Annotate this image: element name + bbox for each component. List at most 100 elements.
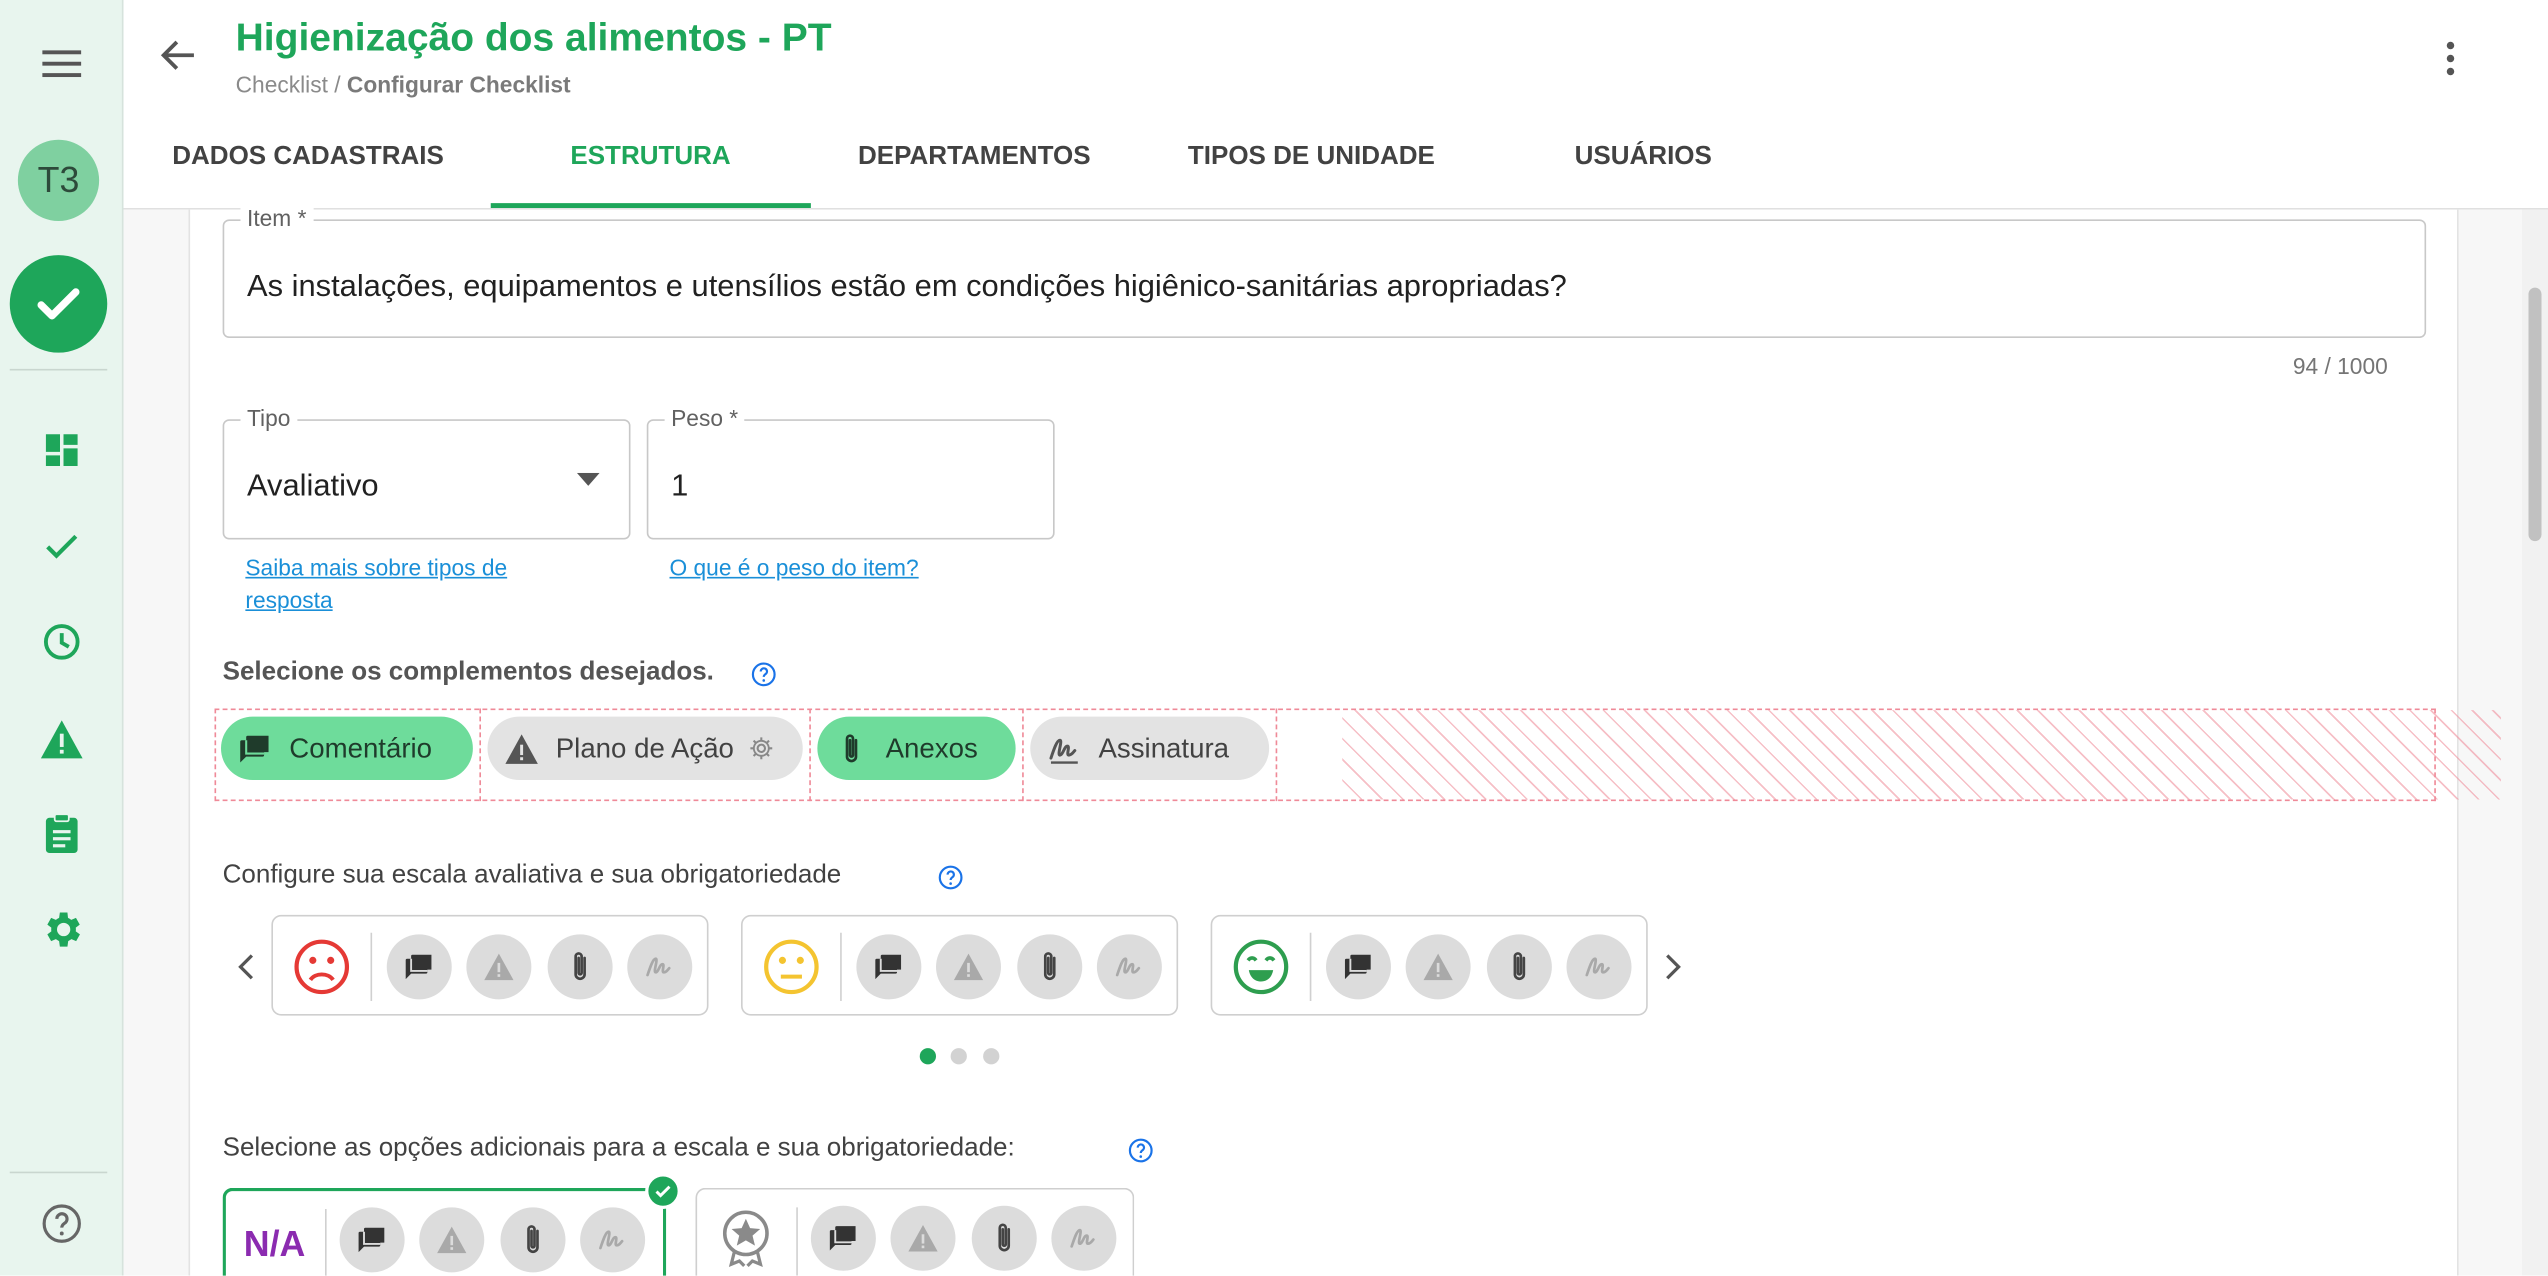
help-icon[interactable] bbox=[751, 661, 777, 687]
na-attachment-toggle[interactable] bbox=[500, 1207, 566, 1273]
chip-separator bbox=[479, 708, 481, 802]
paperclip-icon bbox=[1043, 952, 1056, 981]
scale-attachment-toggle[interactable] bbox=[547, 934, 613, 1000]
scale-comment-toggle[interactable] bbox=[386, 934, 452, 1000]
highlight-comment-toggle[interactable] bbox=[810, 1205, 876, 1271]
sidebar-item-checks[interactable] bbox=[0, 522, 124, 571]
more-options-button[interactable] bbox=[2431, 36, 2470, 82]
scale-action-plan-toggle[interactable] bbox=[936, 934, 1001, 1000]
highlight-attachment-toggle[interactable] bbox=[971, 1205, 1037, 1271]
signature-icon bbox=[1070, 1228, 1095, 1248]
chip-anexos[interactable]: Anexos bbox=[817, 716, 1016, 780]
chip-assinatura[interactable]: Assinatura bbox=[1030, 716, 1270, 780]
sidebar-item-history[interactable] bbox=[0, 618, 124, 667]
warning-icon bbox=[953, 953, 984, 981]
sidebar-item-dashboard[interactable] bbox=[0, 426, 124, 475]
scale-attachment-toggle[interactable] bbox=[1486, 934, 1552, 1000]
scale-comment-toggle[interactable] bbox=[1326, 934, 1391, 1000]
chip-comentario[interactable]: Comentário bbox=[221, 716, 473, 780]
scale-attachment-toggle[interactable] bbox=[1017, 934, 1083, 1000]
menu-icon[interactable] bbox=[0, 39, 124, 88]
chip-label: Anexos bbox=[885, 732, 978, 763]
checkmark-icon bbox=[37, 288, 80, 320]
gear-icon bbox=[47, 912, 80, 947]
sidebar-item-settings[interactable] bbox=[0, 905, 124, 954]
checklist-app-logo[interactable] bbox=[9, 255, 108, 353]
carousel-dot-2[interactable] bbox=[950, 1048, 967, 1065]
paperclip-icon bbox=[998, 1223, 1011, 1252]
scale-option-happy[interactable] bbox=[1210, 914, 1648, 1016]
na-comment-toggle[interactable] bbox=[339, 1207, 405, 1273]
comment-icon bbox=[358, 1227, 385, 1253]
dashboard-icon bbox=[45, 434, 78, 466]
chip-plano-de-acao[interactable]: Plano de Ação bbox=[487, 716, 803, 780]
option-highlight[interactable] bbox=[695, 1187, 1135, 1276]
scale-option-sad[interactable] bbox=[271, 914, 709, 1016]
sidebar: T3 bbox=[0, 0, 124, 1276]
highlight-signature-toggle[interactable] bbox=[1051, 1205, 1117, 1271]
tab-departamentos[interactable]: DEPARTAMENTOS bbox=[858, 143, 1091, 172]
na-action-plan-toggle[interactable] bbox=[419, 1207, 485, 1273]
sidebar-item-forms[interactable] bbox=[0, 809, 124, 858]
scale-action-plan-toggle[interactable] bbox=[466, 934, 532, 1000]
scale-divider bbox=[796, 1207, 798, 1276]
sidebar-divider bbox=[9, 368, 108, 371]
breadcrumb-root[interactable]: Checklist / bbox=[236, 72, 347, 98]
help-button[interactable] bbox=[0, 1199, 124, 1248]
na-signature-toggle[interactable] bbox=[580, 1207, 646, 1273]
scale-signature-toggle[interactable] bbox=[627, 934, 693, 1000]
star-badge-icon bbox=[722, 1210, 769, 1268]
scale-divider bbox=[1309, 932, 1312, 1001]
signature-icon bbox=[1585, 957, 1610, 977]
chip-label: Comentário bbox=[289, 732, 433, 763]
breadcrumb: Checklist / Configurar Checklist bbox=[236, 72, 571, 98]
chevron-left-icon[interactable] bbox=[232, 949, 261, 985]
scale-divider bbox=[370, 932, 373, 1001]
tab-tipos-de-unidade[interactable]: TIPOS DE UNIDADE bbox=[1188, 143, 1435, 172]
sidebar-item-alerts[interactable] bbox=[0, 715, 124, 764]
paperclip-icon bbox=[574, 952, 586, 981]
tab-usuarios[interactable]: USUÁRIOS bbox=[1575, 143, 1712, 172]
gear-icon[interactable] bbox=[747, 735, 775, 763]
scale-option-neutral[interactable] bbox=[741, 914, 1179, 1016]
option-na[interactable]: N/A bbox=[222, 1173, 681, 1276]
page-header: Higienização dos alimentos - PT Checklis… bbox=[123, 0, 2548, 210]
chevron-right-icon[interactable] bbox=[1658, 949, 1687, 985]
highlight-action-plan-toggle[interactable] bbox=[890, 1205, 956, 1271]
scrollbar-thumb[interactable] bbox=[2528, 287, 2542, 542]
scale-label: Configure sua escala avaliativa e sua ob… bbox=[222, 861, 842, 889]
clock-icon bbox=[43, 624, 80, 660]
clipboard-icon bbox=[45, 813, 78, 853]
item-char-counter: 94 / 1000 bbox=[2292, 352, 2388, 379]
tipo-select[interactable]: Tipo Avaliativo bbox=[222, 404, 631, 540]
peso-field[interactable]: Peso * 1 bbox=[646, 404, 1055, 540]
paperclip-icon bbox=[1513, 952, 1526, 981]
scale-action-plan-toggle[interactable] bbox=[1405, 934, 1471, 1000]
sad-face-icon bbox=[294, 939, 350, 995]
peso-help-link[interactable]: O que é o peso do item? bbox=[670, 551, 919, 584]
main-content: Item * As instalações, equipamentos e ut… bbox=[123, 204, 2548, 1276]
check-icon bbox=[46, 534, 78, 559]
scale-divider bbox=[840, 932, 842, 1001]
carousel-dot-3[interactable] bbox=[983, 1048, 1000, 1065]
scale-comment-toggle[interactable] bbox=[856, 934, 922, 1000]
peso-label: Peso * bbox=[664, 404, 745, 431]
avatar[interactable]: T3 bbox=[17, 139, 100, 221]
scale-signature-toggle[interactable] bbox=[1566, 934, 1632, 1000]
help-icon[interactable] bbox=[1128, 1138, 1154, 1164]
signature-icon bbox=[1115, 957, 1141, 977]
help-icon[interactable] bbox=[938, 865, 964, 891]
warning-icon bbox=[40, 720, 83, 759]
tipo-value: Avaliativo bbox=[247, 469, 379, 504]
back-button[interactable] bbox=[156, 33, 202, 79]
more-vert-icon bbox=[2446, 41, 2455, 76]
tipo-help-link[interactable]: Saiba mais sobre tipos de resposta bbox=[245, 551, 586, 616]
scale-signature-toggle[interactable] bbox=[1096, 934, 1162, 1000]
item-field[interactable]: Item * As instalações, equipamentos e ut… bbox=[222, 204, 2427, 338]
breadcrumb-current: Configurar Checklist bbox=[346, 71, 571, 98]
carousel-dot-1[interactable] bbox=[919, 1048, 936, 1065]
peso-value: 1 bbox=[671, 469, 689, 504]
tab-dados-cadastrais[interactable]: DADOS CADASTRAIS bbox=[172, 143, 444, 172]
tab-estrutura[interactable]: ESTRUTURA bbox=[570, 143, 730, 172]
chip-label: Assinatura bbox=[1098, 732, 1230, 763]
